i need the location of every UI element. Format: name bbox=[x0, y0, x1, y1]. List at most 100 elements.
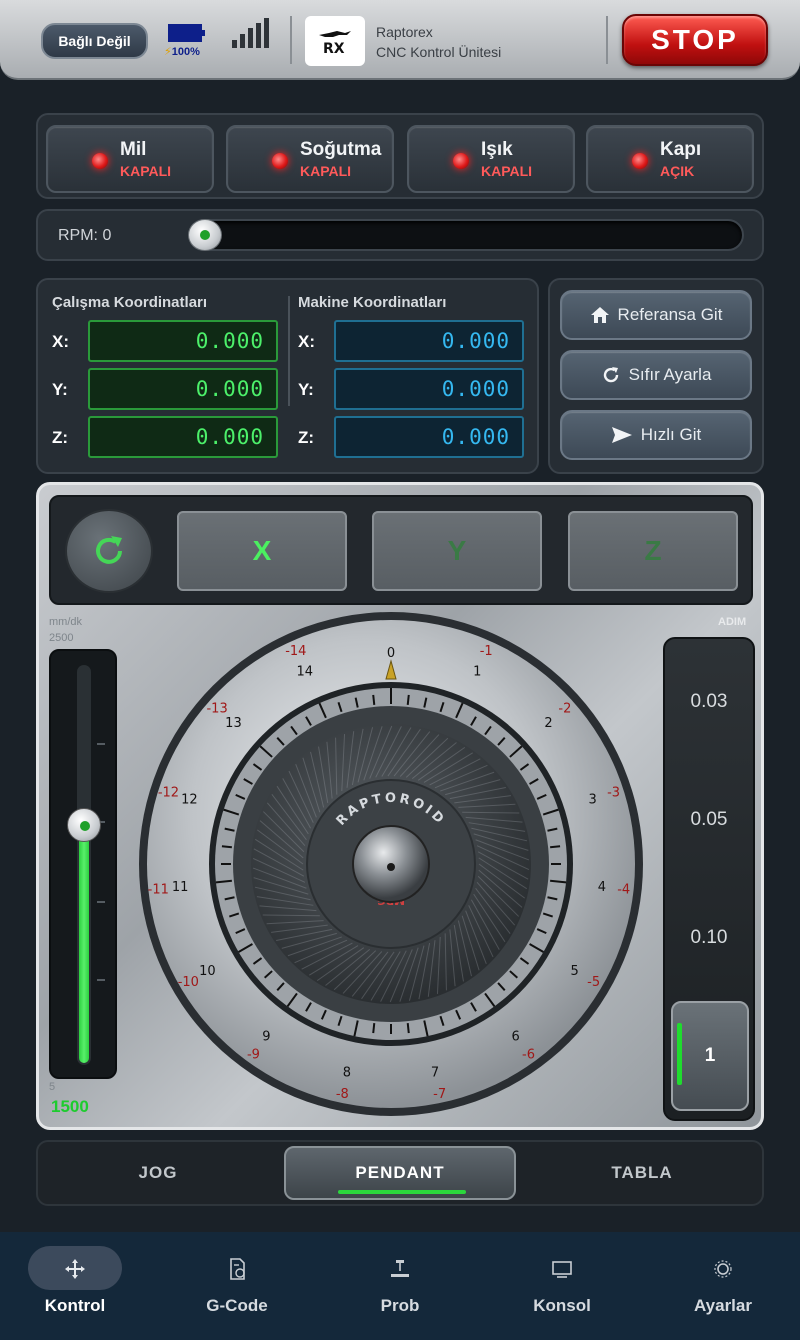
slider-tick bbox=[97, 743, 105, 745]
header-divider bbox=[606, 16, 608, 64]
wheel-scale-number: 0 bbox=[387, 646, 395, 661]
work-y-value: 0.000 bbox=[88, 368, 278, 410]
wheel-negative-number: -12 bbox=[158, 786, 179, 801]
mpg-handwheel[interactable]: RAPTOROID MPG 012345678910111213140-14-1… bbox=[131, 609, 651, 1119]
step-option-005[interactable]: 0.05 bbox=[665, 809, 753, 831]
machine-coordinates-title: Makine Koordinatları bbox=[298, 294, 447, 311]
rpm-slider-thumb[interactable] bbox=[188, 219, 222, 251]
battery-text: 100% bbox=[171, 46, 200, 58]
tab-tabla[interactable]: TABLA bbox=[526, 1146, 758, 1200]
slider-fill bbox=[79, 823, 89, 1063]
wheel-tick bbox=[372, 1023, 376, 1034]
toggle-state: AÇIK bbox=[660, 163, 695, 179]
toggle-name: Işık bbox=[481, 139, 513, 160]
slider-tick bbox=[97, 901, 105, 903]
wheel-negative-number: -10 bbox=[178, 975, 199, 990]
wheel-negative-number: -11 bbox=[148, 882, 169, 897]
nav-item-kontrol[interactable]: Kontrol bbox=[0, 1246, 150, 1332]
machine-axis-label: Z: bbox=[298, 428, 315, 447]
toggle-name: Kapı bbox=[660, 139, 702, 160]
nav-label: Ayarlar bbox=[694, 1296, 752, 1315]
step-option-010[interactable]: 0.10 bbox=[665, 927, 753, 949]
coordinates-divider bbox=[288, 296, 290, 406]
wheel-scale-number: 6 bbox=[511, 1030, 519, 1045]
machine-x-value: 0.000 bbox=[334, 320, 524, 362]
wheel-negative-number: -2 bbox=[558, 701, 571, 716]
wheel-negative-number: -3 bbox=[607, 786, 620, 801]
quick-actions-panel: Referansa Git Sıfır Ayarla Hızlı Git bbox=[548, 278, 764, 474]
nav-item-gcode[interactable]: G-Code bbox=[162, 1246, 312, 1332]
coolant-toggle[interactable]: Soğutma KAPALI bbox=[226, 125, 394, 193]
wheel-scale-number: 9 bbox=[262, 1030, 270, 1045]
machine-axis-label: Y: bbox=[298, 380, 314, 399]
refresh-icon bbox=[96, 536, 122, 564]
toggle-name: Mil bbox=[120, 139, 147, 160]
status-led-icon bbox=[272, 153, 288, 169]
wheel-negative-number: -13 bbox=[206, 701, 227, 716]
rpm-slider-track[interactable] bbox=[188, 219, 744, 251]
feed-speed-slider[interactable] bbox=[49, 649, 117, 1079]
rapid-move-button[interactable]: Hızlı Git bbox=[560, 410, 752, 460]
wheel-scale-number: 12 bbox=[181, 792, 198, 807]
axis-x-button[interactable]: X bbox=[177, 511, 347, 591]
nav-item-ayarlar[interactable]: Ayarlar bbox=[648, 1246, 798, 1332]
tab-pendant[interactable]: PENDANT bbox=[284, 1146, 516, 1200]
speed-unit-label: mm/dk bbox=[49, 616, 82, 628]
svg-text:RX: RX bbox=[323, 41, 345, 57]
step-option-003[interactable]: 0.03 bbox=[665, 691, 753, 713]
wheel-negative-number: -1 bbox=[480, 644, 493, 659]
wheel-negative-number: -8 bbox=[336, 1087, 349, 1102]
wheel-tick bbox=[406, 1023, 410, 1034]
nav-label: G-Code bbox=[206, 1296, 268, 1315]
top-bar: Bağlı Değil ⚡100% RX Raptorex CNC Kontro… bbox=[0, 0, 800, 80]
wheel-negative-number: -7 bbox=[433, 1087, 446, 1102]
wheel-negative-number: -4 bbox=[617, 882, 630, 897]
move-icon bbox=[65, 1259, 85, 1279]
slider-thumb[interactable] bbox=[67, 808, 101, 842]
set-zero-button[interactable]: Sıfır Ayarla bbox=[560, 350, 752, 400]
wheel-tick bbox=[221, 845, 232, 849]
status-led-icon bbox=[632, 153, 648, 169]
tab-jog[interactable]: JOG bbox=[42, 1146, 274, 1200]
machine-axis-label: X: bbox=[298, 332, 315, 351]
gcode-file-icon bbox=[230, 1258, 245, 1280]
console-icon bbox=[552, 1261, 572, 1278]
machine-z-value: 0.000 bbox=[334, 416, 524, 458]
light-toggle[interactable]: Işık KAPALI bbox=[407, 125, 575, 193]
wheel-negative-number: -9 bbox=[247, 1047, 260, 1062]
reset-pendant-button[interactable] bbox=[65, 509, 153, 593]
wheel-tick bbox=[406, 694, 410, 705]
mpg-pendant: X Y Z mm/dk 2500 5 1500 RAPTOROID MPG bbox=[36, 482, 764, 1130]
spindle-toggle[interactable]: Mil KAPALI bbox=[46, 125, 214, 193]
nav-item-konsol[interactable]: Konsol bbox=[487, 1246, 637, 1332]
refresh-icon bbox=[603, 367, 618, 383]
axis-y-button[interactable]: Y bbox=[372, 511, 542, 591]
emergency-stop-button[interactable]: STOP bbox=[622, 14, 768, 66]
raptor-logo-icon: RX bbox=[319, 31, 351, 57]
step-option-active[interactable]: 1 bbox=[671, 1001, 749, 1111]
home-icon bbox=[590, 307, 609, 323]
wheel-scale-number: 8 bbox=[343, 1065, 351, 1080]
door-toggle[interactable]: Kapı AÇIK bbox=[586, 125, 754, 193]
nav-item-prob[interactable]: Prob bbox=[325, 1246, 475, 1332]
wheel-scale-number: 11 bbox=[172, 880, 189, 895]
axis-z-button[interactable]: Z bbox=[568, 511, 738, 591]
header-divider bbox=[290, 16, 292, 64]
speed-min-label: 5 bbox=[49, 1081, 56, 1093]
work-axis-label: Z: bbox=[52, 428, 69, 447]
brand-subtitle: CNC Kontrol Ünitesi bbox=[376, 44, 502, 60]
nav-label: Prob bbox=[380, 1296, 420, 1315]
go-to-reference-button[interactable]: Referansa Git bbox=[560, 290, 752, 340]
coordinates-panel: Çalışma Koordinatları Makine Koordinatla… bbox=[36, 278, 539, 474]
connection-status-badge[interactable]: Bağlı Değil bbox=[41, 23, 148, 59]
signal-strength-icon bbox=[232, 18, 272, 48]
wheel-scale-number: 14 bbox=[296, 664, 313, 679]
wheel-negative-number: -5 bbox=[587, 975, 600, 990]
probe-icon bbox=[391, 1260, 409, 1277]
battery-level: ⚡100% bbox=[164, 46, 200, 58]
work-axis-label: X: bbox=[52, 332, 69, 351]
speed-max-label: 2500 bbox=[49, 632, 74, 644]
wheel-scale-number: 10 bbox=[199, 964, 216, 979]
wheel-negative-number: -6 bbox=[522, 1047, 535, 1062]
wheel-negative-number: -14 bbox=[285, 644, 306, 659]
